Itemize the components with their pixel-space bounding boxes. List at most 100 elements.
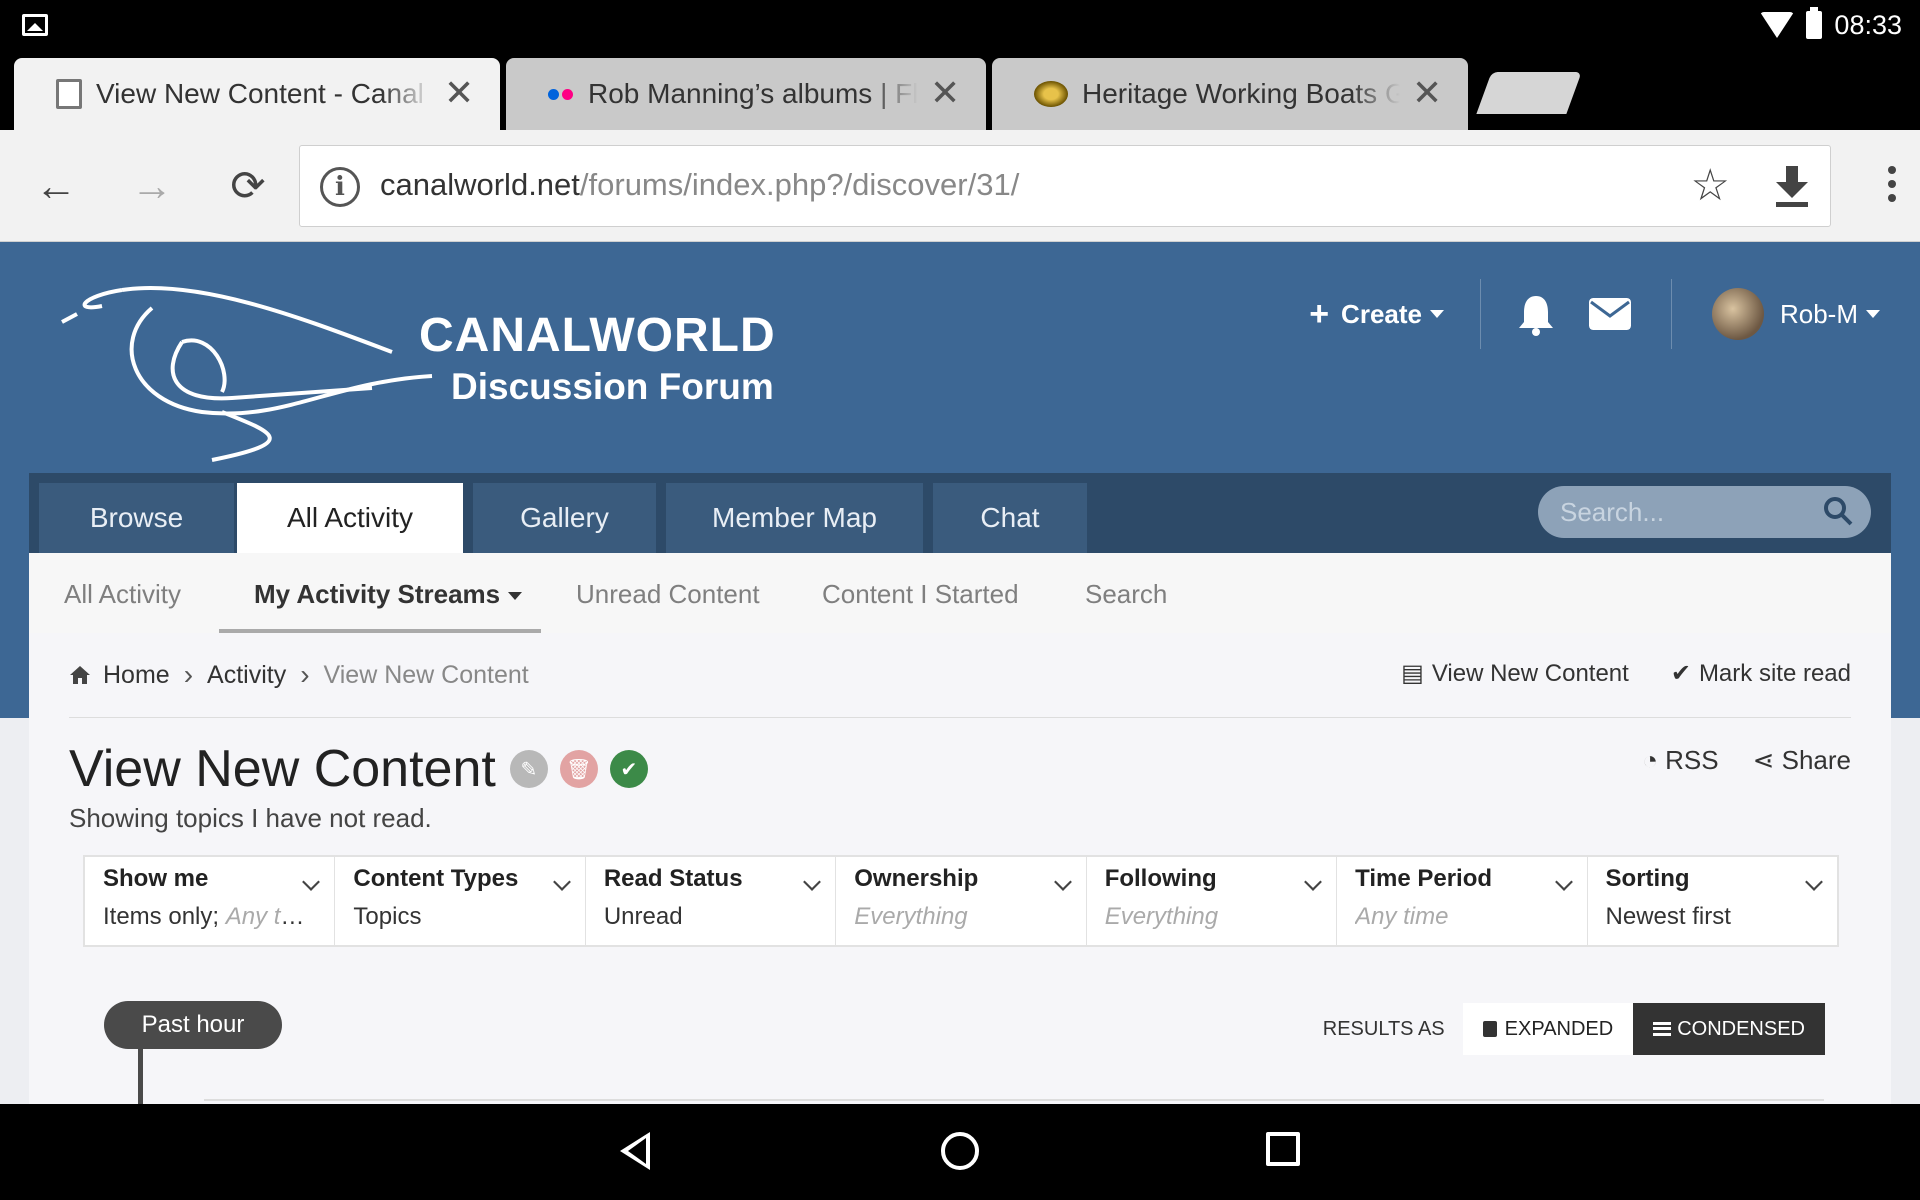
browser-tab-heritage[interactable]: Heritage Working Boats Group ✕	[992, 58, 1468, 130]
sub-nav: All Activity My Activity Streams Unread …	[29, 553, 1891, 633]
recents-square-icon[interactable]	[1266, 1132, 1300, 1166]
condensed-view-button[interactable]: CONDENSED	[1633, 1003, 1825, 1055]
url-path: /forums/index.php?/discover/31/	[579, 167, 1020, 202]
document-icon	[56, 79, 82, 109]
filter-read-status[interactable]: Read Status Unread	[586, 857, 837, 945]
back-triangle-icon[interactable]	[620, 1132, 650, 1170]
nav-tab-chat[interactable]: Chat	[933, 483, 1087, 553]
main-nav: Browse All Activity Gallery Member Map C…	[29, 473, 1891, 553]
close-tab-icon[interactable]: ✕	[1412, 75, 1442, 111]
subnav-content-i-started[interactable]: Content I Started	[822, 579, 1019, 610]
tab-title: Rob Manning’s albums | Flickr	[588, 78, 918, 109]
page-title: View New Content ✎ 🗑 ✔	[69, 739, 648, 799]
search-input[interactable]: Search...	[1538, 486, 1871, 538]
view-new-content-link[interactable]: ▤ View New Content	[1401, 659, 1629, 688]
subnav-my-activity-streams[interactable]: My Activity Streams	[254, 579, 523, 610]
filter-ownership[interactable]: Ownership Everything	[836, 857, 1087, 945]
filter-show-me[interactable]: Show me Items only; Any tags	[85, 857, 336, 945]
username[interactable]: Rob-M	[1780, 299, 1858, 330]
page-title-text: View New Content	[69, 740, 496, 798]
condensed-label: CONDENSED	[1677, 1017, 1805, 1040]
breadcrumb: Home › Activity › View New Content	[69, 659, 529, 691]
logo-title: CANALWORLD	[419, 309, 776, 362]
tab-strip: View New Content - Canal World Discussio…	[0, 50, 1920, 130]
close-tab-icon[interactable]: ✕	[930, 75, 960, 111]
share-label: Share	[1781, 745, 1851, 775]
search-icon[interactable]	[1823, 496, 1853, 526]
search-placeholder: Search...	[1560, 497, 1665, 527]
create-button[interactable]: + Create	[1309, 279, 1481, 349]
filter-value: Any time	[1355, 903, 1449, 930]
system-nav-bar	[0, 1104, 1920, 1200]
chevron-right-icon: ›	[300, 659, 310, 690]
filter-following[interactable]: Following Everything	[1087, 857, 1338, 945]
reload-icon[interactable]: ⟳	[220, 158, 276, 214]
expanded-label: EXPANDED	[1504, 1017, 1614, 1040]
save-check-icon[interactable]: ✔	[609, 750, 648, 788]
subnav-unread-content[interactable]: Unread Content	[576, 579, 760, 610]
notifications-bell-icon[interactable]	[1517, 292, 1555, 336]
chevron-right-icon: ›	[183, 659, 194, 690]
breadcrumb-home[interactable]: Home	[103, 661, 170, 690]
filter-content-types[interactable]: Content Types Topics	[335, 857, 586, 945]
filter-sorting[interactable]: Sorting Newest first	[1588, 857, 1837, 945]
filter-time-period[interactable]: Time Period Any time	[1337, 857, 1588, 945]
forward-arrow-icon[interactable]: →	[124, 158, 180, 214]
create-label: Create	[1341, 298, 1422, 329]
filter-value: Unread	[603, 903, 683, 930]
breadcrumb-activity[interactable]: Activity	[207, 661, 286, 690]
results-toggle: RESULTS AS EXPANDED CONDENSED	[1323, 1003, 1825, 1055]
delete-trash-icon[interactable]: 🗑	[559, 750, 598, 788]
new-tab-button[interactable]	[1476, 72, 1582, 114]
view-new-label: View New Content	[1431, 660, 1629, 687]
breadcrumb-actions: ▤ View New Content ✔ Mark site read	[1401, 659, 1851, 688]
info-icon[interactable]: i	[320, 167, 360, 207]
back-arrow-icon[interactable]: ←	[28, 158, 84, 214]
filter-value-muted: Any tags	[225, 903, 313, 930]
download-icon[interactable]	[1772, 162, 1812, 210]
messages-envelope-icon[interactable]	[1588, 298, 1631, 330]
filter-value: Everything	[854, 903, 968, 930]
rss-link[interactable]: ◔ RSS	[1642, 745, 1718, 776]
address-bar[interactable]: i canalworld.net/forums/index.php?/disco…	[299, 145, 1831, 227]
url-host: canalworld.net	[380, 167, 580, 202]
filter-label: Following	[1104, 865, 1217, 892]
browser-tab-flickr[interactable]: Rob Manning’s albums | Flickr ✕	[506, 58, 986, 130]
edit-pencil-icon[interactable]: ✎	[509, 750, 548, 788]
share-link[interactable]: ⋖ Share	[1753, 745, 1851, 776]
breadcrumb-current: View New Content	[323, 660, 529, 689]
share-icon: ⋖	[1752, 745, 1782, 775]
filter-label: Ownership	[854, 865, 979, 892]
tab-title: Heritage Working Boats Group	[1082, 78, 1400, 109]
mark-site-read-link[interactable]: ✔ Mark site read	[1671, 659, 1851, 688]
nav-tab-all-activity[interactable]: All Activity	[237, 483, 463, 553]
browser-toolbar: ← → ⟳ i canalworld.net/forums/index.php?…	[0, 130, 1920, 242]
subnav-search[interactable]: Search	[1085, 579, 1167, 610]
home-icon	[70, 666, 90, 684]
subnav-all-activity[interactable]: All Activity	[64, 579, 181, 610]
user-bar: + Create Rob-M	[1309, 279, 1880, 349]
divider	[1670, 279, 1672, 349]
nav-tab-member-map[interactable]: Member Map	[666, 483, 923, 553]
url-text[interactable]: canalworld.net/forums/index.php?/discove…	[380, 167, 1019, 203]
bookmark-star-icon[interactable]: ☆	[1691, 160, 1730, 211]
overflow-menu-icon[interactable]	[1888, 166, 1898, 208]
home-circle-icon[interactable]	[941, 1132, 979, 1170]
nav-tab-gallery[interactable]: Gallery	[473, 483, 656, 553]
filter-value: Items only; Any tags	[103, 903, 313, 931]
nav-tab-browse[interactable]: Browse	[39, 483, 234, 553]
browser-tab-canalworld[interactable]: View New Content - Canal World Discussio…	[14, 58, 500, 130]
filter-label: Sorting	[1605, 865, 1690, 892]
expanded-view-button[interactable]: EXPANDED	[1462, 1003, 1634, 1055]
user-avatar[interactable]	[1711, 288, 1764, 340]
filter-value-text: Items only;	[103, 903, 220, 930]
filter-bar: Show me Items only; Any tags Content Typ…	[83, 855, 1839, 947]
rss-icon: ◔	[1642, 745, 1666, 775]
image-notification-icon	[22, 14, 48, 36]
newspaper-icon: ▤	[1401, 660, 1424, 687]
caret-down-icon[interactable]	[1866, 310, 1880, 318]
mark-read-label: Mark site read	[1698, 660, 1851, 687]
tab-title: View New Content - Canal World Discussio…	[96, 78, 432, 109]
filter-value: Everything	[1104, 903, 1219, 930]
close-tab-icon[interactable]: ✕	[444, 75, 474, 111]
